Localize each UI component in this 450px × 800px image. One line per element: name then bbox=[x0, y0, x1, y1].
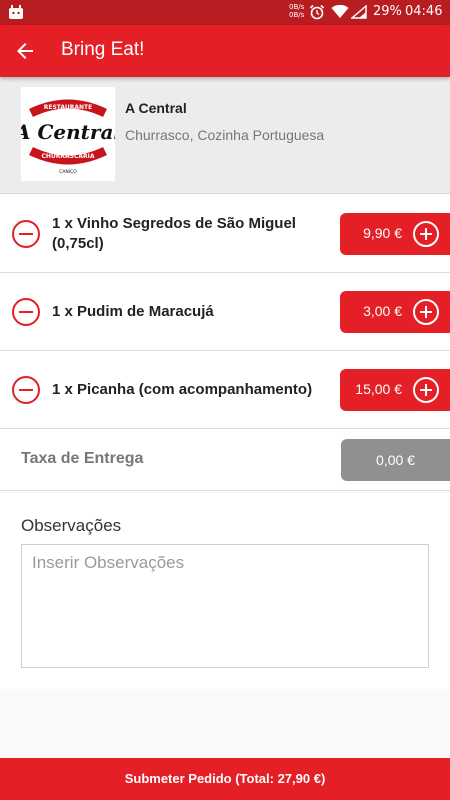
remove-item-button[interactable] bbox=[12, 220, 40, 248]
logo-bottom-text: CHURRASCARIA bbox=[41, 153, 94, 160]
restaurant-logo: RESTAURANTE A Central CHURRASCARIA CANIÇ… bbox=[21, 87, 115, 181]
network-speed: 0B/s 0B/s bbox=[289, 3, 304, 19]
observations-input[interactable] bbox=[21, 544, 429, 668]
signal-icon bbox=[351, 5, 367, 19]
clock: 04:46 bbox=[405, 4, 443, 19]
logo-main-text: A Central bbox=[21, 120, 115, 144]
observations-heading: Observações bbox=[21, 516, 122, 535]
delivery-fee-value: 0,00 € bbox=[376, 452, 415, 468]
plus-circle-icon bbox=[413, 299, 439, 325]
order-item-price: 15,00 € bbox=[355, 381, 402, 397]
delivery-fee-row: Taxa de Entrega 0,00 € bbox=[0, 429, 450, 491]
submit-order-button[interactable]: Submeter Pedido (Total: 27,90 €) bbox=[0, 758, 450, 800]
network-down-speed: 0B/s bbox=[289, 11, 305, 19]
logo-place-text: CANIÇO bbox=[59, 169, 77, 175]
order-item-price: 9,90 € bbox=[363, 225, 402, 241]
alarm-icon bbox=[309, 4, 325, 20]
plus-circle-icon bbox=[413, 221, 439, 247]
android-notification-icon bbox=[9, 5, 23, 19]
order-item-label: 1 x Picanha (com acompanhamento) bbox=[52, 381, 313, 398]
remove-item-button[interactable] bbox=[12, 376, 40, 404]
order-item: 1 x Vinho Segredos de São Miguel (0,75cl… bbox=[0, 195, 450, 273]
delivery-fee-label: Taxa de Entrega bbox=[21, 450, 144, 467]
restaurant-cuisine: Churrasco, Cozinha Portuguesa bbox=[125, 127, 325, 143]
status-bar: 0B/s 0B/s 29% 04:46 bbox=[0, 0, 450, 25]
order-item-label: 1 x Vinho Segredos de São Miguel (0,75cl… bbox=[52, 215, 296, 252]
add-item-button[interactable]: 15,00 € bbox=[340, 369, 450, 411]
observations-section: Observações bbox=[0, 493, 450, 689]
logo-top-text: RESTAURANTE bbox=[44, 104, 92, 111]
order-item: 1 x Picanha (com acompanhamento) 15,00 € bbox=[0, 351, 450, 429]
restaurant-header: RESTAURANTE A Central CHURRASCARIA CANIÇ… bbox=[0, 77, 450, 194]
plus-circle-icon bbox=[413, 377, 439, 403]
add-item-button[interactable]: 3,00 € bbox=[340, 291, 450, 333]
delivery-fee-box: 0,00 € bbox=[341, 439, 450, 481]
order-items-list: 1 x Vinho Segredos de São Miguel (0,75cl… bbox=[0, 195, 450, 491]
remove-item-button[interactable] bbox=[12, 298, 40, 326]
order-item-label: 1 x Pudim de Maracujá bbox=[52, 303, 214, 320]
add-item-button[interactable]: 9,90 € bbox=[340, 213, 450, 255]
arrow-left-icon[interactable] bbox=[13, 39, 37, 63]
app-toolbar: Bring Eat! bbox=[0, 25, 450, 77]
restaurant-name: A Central bbox=[125, 100, 187, 116]
order-item: 1 x Pudim de Maracujá 3,00 € bbox=[0, 273, 450, 351]
network-up-speed: 0B/s bbox=[289, 3, 305, 11]
order-item-price: 3,00 € bbox=[363, 303, 402, 319]
wifi-icon bbox=[331, 5, 349, 18]
battery-level: 29% bbox=[373, 4, 402, 19]
toolbar-title: Bring Eat! bbox=[61, 39, 145, 60]
